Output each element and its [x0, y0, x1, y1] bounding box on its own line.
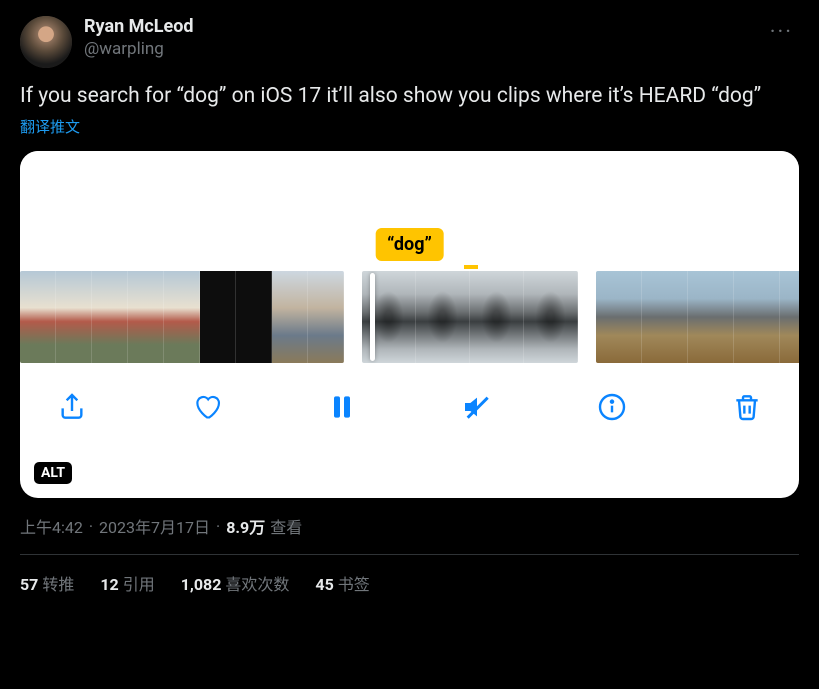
views-label[interactable]: 查看: [270, 514, 302, 538]
likes-stat[interactable]: 1,082喜欢次数: [181, 571, 290, 595]
alt-badge[interactable]: ALT: [34, 462, 72, 484]
quotes-stat[interactable]: 12引用: [100, 571, 154, 595]
bookmarks-stat[interactable]: 45书签: [315, 571, 369, 595]
stats-row: 57转推 12引用 1,082喜欢次数 45书签: [20, 555, 799, 595]
caption-tag: “dog”: [375, 228, 444, 261]
date-label[interactable]: 2023年7月17日: [99, 514, 210, 538]
mute-icon[interactable]: [461, 391, 493, 423]
share-icon[interactable]: [56, 391, 88, 423]
tweet-container: Ryan McLeod @warpling ··· If you search …: [0, 0, 819, 595]
info-icon[interactable]: [596, 391, 628, 423]
display-name: Ryan McLeod: [84, 16, 758, 38]
trash-icon[interactable]: [731, 391, 763, 423]
pause-icon[interactable]: [326, 391, 358, 423]
translate-link[interactable]: 翻译推文: [20, 116, 799, 137]
caption-tick-icon: [464, 265, 478, 269]
avatar[interactable]: [20, 16, 72, 68]
playhead-icon[interactable]: [370, 273, 375, 361]
author-names[interactable]: Ryan McLeod @warpling: [84, 16, 758, 60]
clip-thumbnail-group: [362, 271, 578, 363]
heart-icon[interactable]: [191, 391, 223, 423]
handle: @warpling: [84, 38, 758, 60]
tweet-body: If you search for “dog” on iOS 17 it’ll …: [20, 82, 799, 110]
media-caption-area: “dog”: [20, 151, 799, 271]
time-label[interactable]: 上午4:42: [20, 514, 83, 538]
tweet-meta: 上午4:42 · 2023年7月17日 · 8.9万 查看: [20, 514, 799, 554]
views-count: 8.9万: [226, 514, 265, 538]
retweets-stat[interactable]: 57转推: [20, 571, 74, 595]
clip-thumbnail-group: [20, 271, 344, 363]
video-scrubber[interactable]: [20, 271, 799, 363]
clip-thumbnail-group: [596, 271, 799, 363]
media-toolbar: [20, 363, 799, 423]
media-attachment[interactable]: “dog”: [20, 151, 799, 498]
more-options-icon[interactable]: ···: [770, 16, 799, 45]
tweet-header: Ryan McLeod @warpling ···: [20, 16, 799, 68]
